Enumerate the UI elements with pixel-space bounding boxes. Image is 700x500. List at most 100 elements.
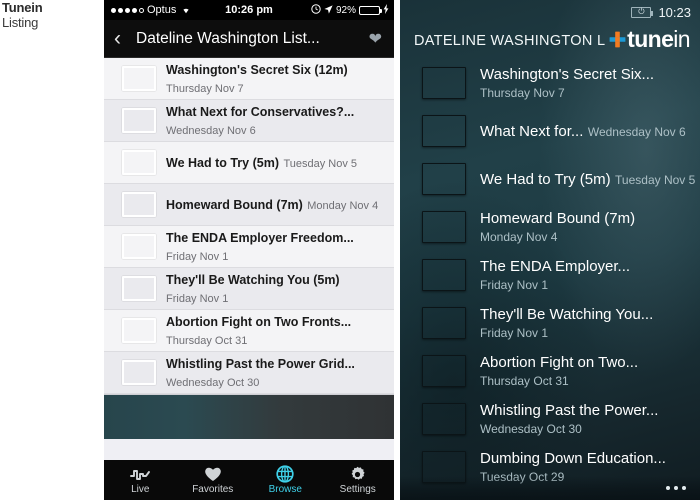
- battery-charging-icon: ⏻: [631, 6, 654, 18]
- list-item[interactable]: Washington's Secret Six (12m) Thursday N…: [104, 58, 394, 100]
- wp-episode-list[interactable]: Washington's Secret Six... Thursday Nov …: [400, 57, 700, 491]
- ios-page-title: Dateline Washington List...: [136, 29, 320, 47]
- list-item[interactable]: We Had to Try (5m) Tuesday Nov 5: [104, 142, 394, 184]
- episode-thumbnail: [422, 115, 466, 147]
- alarm-clock-icon: [311, 3, 321, 17]
- list-item[interactable]: Abortion Fight on Two Fronts... Thursday…: [104, 310, 394, 352]
- episode-thumbnail: [422, 211, 466, 243]
- tab-live[interactable]: Live: [104, 466, 177, 495]
- screenshot-root: Tunein Listing Optus 10:26 pm 92% ‹ Date…: [0, 0, 700, 500]
- tab-label: Favorites: [192, 483, 234, 495]
- ios-navigation-bar: ‹ Dateline Washington List... ❤: [104, 20, 394, 58]
- list-item[interactable]: The ENDA Employer... Friday Nov 1: [400, 251, 700, 299]
- caption-title: Tunein: [2, 0, 43, 15]
- episode-thumbnail: [122, 108, 156, 133]
- ios-episode-list[interactable]: Washington's Secret Six (12m) Thursday N…: [104, 58, 394, 394]
- tunein-plus-icon: [609, 31, 626, 48]
- episode-date: Thursday Oct 31: [166, 334, 248, 347]
- episode-date: Wednesday Nov 6: [166, 124, 256, 137]
- episode-title: Whistling Past the Power Grid...: [166, 356, 355, 371]
- episode-thumbnail: [422, 67, 466, 99]
- episode-thumbnail: [122, 360, 156, 385]
- list-item[interactable]: Homeward Bound (7m) Monday Nov 4: [104, 184, 394, 226]
- episode-date: Thursday Nov 7: [480, 85, 565, 100]
- tab-label: Live: [131, 483, 150, 495]
- ios-phone-panel: Optus 10:26 pm 92% ‹ Dateline Washington…: [104, 0, 394, 500]
- list-item[interactable]: What Next for Conservatives?... Wednesda…: [104, 100, 394, 142]
- episode-title: The ENDA Employer Freedom...: [166, 230, 354, 245]
- episode-date: Tuesday Nov 5: [615, 172, 696, 187]
- list-item[interactable]: They'll Be Watching You (5m) Friday Nov …: [104, 268, 394, 310]
- episode-thumbnail: [422, 355, 466, 387]
- now-playing-bar[interactable]: [104, 394, 394, 439]
- list-item[interactable]: Whistling Past the Power... Wednesday Oc…: [400, 395, 700, 443]
- list-item[interactable]: Washington's Secret Six... Thursday Nov …: [400, 59, 700, 107]
- episode-date: Wednesday Oct 30: [166, 376, 260, 389]
- episode-thumbnail: [122, 234, 156, 259]
- episode-thumbnail: [122, 276, 156, 301]
- episode-title: Washington's Secret Six (12m): [166, 62, 348, 77]
- episode-title: Dumbing Down Education...: [480, 449, 666, 467]
- episode-title: Abortion Fight on Two Fronts...: [166, 314, 352, 329]
- list-item[interactable]: Homeward Bound (7m) Monday Nov 4: [400, 203, 700, 251]
- wp-clock: 10:23: [658, 4, 691, 20]
- episode-title: They'll Be Watching You (5m): [166, 272, 340, 287]
- episode-thumbnail: [422, 403, 466, 435]
- tab-browse[interactable]: Browse: [249, 465, 322, 495]
- heart-icon: [204, 466, 222, 483]
- caption-block: Tunein Listing: [2, 0, 102, 31]
- caption-subtitle: Listing: [2, 15, 39, 30]
- globe-icon: [276, 465, 294, 483]
- episode-thumbnail: [122, 192, 156, 217]
- lightning-bolt-icon: [383, 3, 389, 17]
- tab-label: Browse: [268, 483, 302, 495]
- location-arrow-icon: [324, 4, 333, 16]
- ios-status-right: 92%: [311, 3, 389, 17]
- tab-favorites[interactable]: Favorites: [177, 466, 250, 495]
- episode-thumbnail: [422, 307, 466, 339]
- episode-title: They'll Be Watching You...: [480, 305, 654, 323]
- episode-date: Friday Nov 1: [480, 277, 549, 292]
- list-item[interactable]: We Had to Try (5m) Tuesday Nov 5: [400, 155, 700, 203]
- episode-date: Thursday Oct 31: [480, 373, 569, 388]
- list-item[interactable]: They'll Be Watching You... Friday Nov 1: [400, 299, 700, 347]
- list-item[interactable]: What Next for... Wednesday Nov 6: [400, 107, 700, 155]
- list-item[interactable]: Whistling Past the Power Grid... Wednesd…: [104, 352, 394, 394]
- episode-title: What Next for Conservatives?...: [166, 104, 355, 119]
- episode-thumbnail: [122, 66, 156, 91]
- back-chevron-icon[interactable]: ‹: [114, 28, 121, 49]
- ellipsis-icon[interactable]: [666, 486, 686, 490]
- battery-percent-label: 92%: [335, 4, 356, 16]
- list-item[interactable]: The ENDA Employer Freedom... Friday Nov …: [104, 226, 394, 268]
- episode-thumbnail: [122, 150, 156, 175]
- episode-date: Tuesday Nov 5: [283, 157, 358, 170]
- tab-label: Settings: [339, 483, 376, 495]
- list-item[interactable]: Abortion Fight on Two... Thursday Oct 31: [400, 347, 700, 395]
- episode-date: Friday Nov 1: [480, 325, 549, 340]
- episode-title: Washington's Secret Six...: [480, 65, 655, 83]
- episode-title: Whistling Past the Power...: [480, 401, 659, 419]
- ios-status-bar: Optus 10:26 pm 92%: [104, 0, 394, 20]
- episode-date: Friday Nov 1: [166, 292, 229, 305]
- logo-text-bold: tune: [627, 26, 674, 52]
- gear-icon: [349, 466, 366, 483]
- wp-header: DATELINE WASHINGTON LISTI tunein: [400, 24, 700, 57]
- episode-title: We Had to Try (5m): [166, 155, 279, 170]
- episode-thumbnail: [122, 318, 156, 343]
- windows-phone-panel: ⏻ 10:23 DATELINE WASHINGTON LISTI tunein: [400, 0, 700, 500]
- logo-text-light: in: [673, 26, 690, 52]
- episode-date: Monday Nov 4: [480, 229, 558, 244]
- episode-date: Wednesday Nov 6: [587, 124, 686, 139]
- wp-status-bar: ⏻ 10:23: [400, 0, 700, 24]
- episode-thumbnail: [422, 259, 466, 291]
- episode-title: Homeward Bound (7m): [166, 197, 303, 212]
- episode-date: Friday Nov 1: [166, 250, 229, 263]
- episode-title: What Next for...: [480, 122, 584, 140]
- ios-tab-bar: Live Favorites Browse Settings: [104, 460, 394, 500]
- favorite-heart-icon[interactable]: ❤: [369, 29, 382, 49]
- wp-page-title: DATELINE WASHINGTON LISTI: [414, 33, 606, 49]
- episode-title: The ENDA Employer...: [480, 257, 631, 275]
- tab-settings[interactable]: Settings: [322, 466, 395, 495]
- battery-icon: [359, 5, 382, 15]
- tunein-logo: tunein: [609, 26, 691, 52]
